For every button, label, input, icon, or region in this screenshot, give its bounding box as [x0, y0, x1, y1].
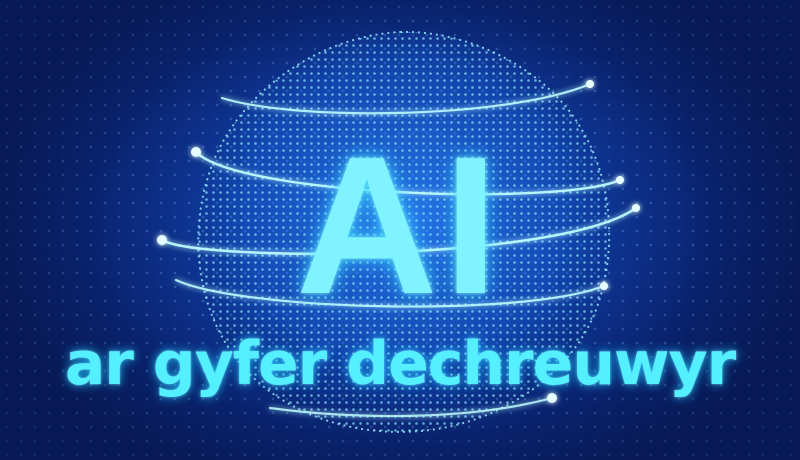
banner-image: AI ar gyfer dechreuwyr	[0, 0, 800, 460]
spark-1	[586, 80, 594, 88]
subtitle-heading: ar gyfer dechreuwyr	[64, 329, 736, 399]
title-heading: AI	[296, 116, 504, 335]
